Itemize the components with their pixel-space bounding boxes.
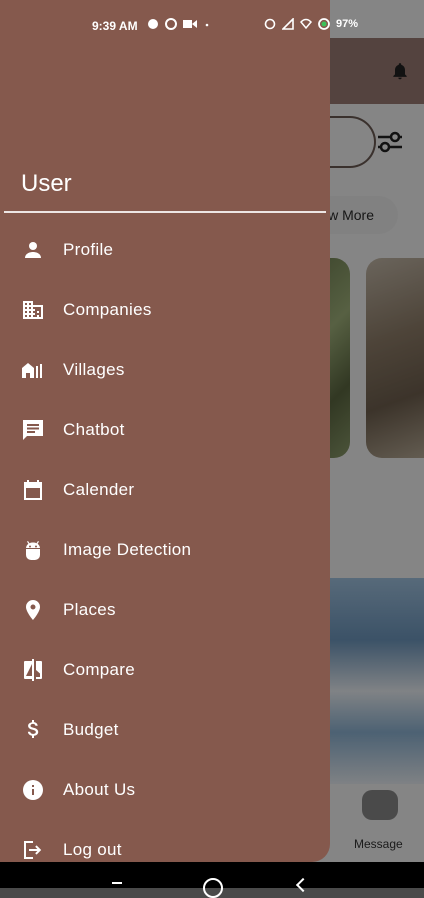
navigation-drawer: User Profile Companies Villages Chatbot [0,0,330,862]
alarm-icon [264,18,276,30]
back-icon[interactable] [295,877,311,893]
wifi-icon [299,18,313,30]
menu-item-profile[interactable]: Profile [0,220,330,280]
village-icon [20,357,46,383]
menu-item-companies[interactable]: Companies [0,280,330,340]
menu-item-chatbot[interactable]: Chatbot [0,400,330,460]
signal-icon [281,17,294,30]
menu-item-places[interactable]: Places [0,580,330,640]
android-icon [20,537,46,563]
menu-item-label: Chatbot [63,420,125,439]
menu-item-label: About Us [63,780,136,799]
status-notification-icons [147,18,213,30]
battery-percentage: 97% [336,18,359,30]
notification-app-icon [165,18,177,30]
location-pin-icon [20,597,46,623]
chat-icon [20,417,46,443]
person-icon [20,237,46,263]
logout-icon [20,837,46,863]
menu-item-budget[interactable]: Budget [0,700,330,760]
compare-icon [20,657,46,683]
drawer-header-user: User [21,170,72,197]
menu-item-villages[interactable]: Villages [0,340,330,400]
menu-item-calender[interactable]: Calender [0,460,330,520]
menu-item-label: Calender [63,480,135,499]
menu-item-label: Compare [63,660,136,679]
status-system-icons: 97% [264,17,359,30]
menu-item-label: Companies [63,300,152,319]
status-time: 9:39 AM [92,19,138,33]
info-icon [20,777,46,803]
menu-item-label: Villages [63,360,125,379]
system-nav-bar [0,862,424,898]
home-icon[interactable] [203,878,223,898]
building-icon [20,297,46,323]
menu-item-compare[interactable]: Compare [0,640,330,700]
dot-icon [201,18,213,30]
menu-item-label: Profile [63,240,114,259]
video-camera-icon [183,18,197,30]
notification-app-icon [147,18,159,30]
battery-icon [318,18,330,30]
menu-item-label: Budget [63,720,119,739]
menu-item-label: Log out [63,840,122,859]
menu-item-label: Image Detection [63,540,192,559]
menu-item-about-us[interactable]: About Us [0,760,330,820]
dollar-icon [20,717,46,743]
menu-item-label: Places [63,600,116,619]
recents-icon[interactable] [112,882,122,884]
menu-item-image-detection[interactable]: Image Detection [0,520,330,580]
drawer-divider [4,211,326,213]
calendar-icon [20,477,46,503]
status-bar: 9:39 AM 97% [0,0,424,50]
